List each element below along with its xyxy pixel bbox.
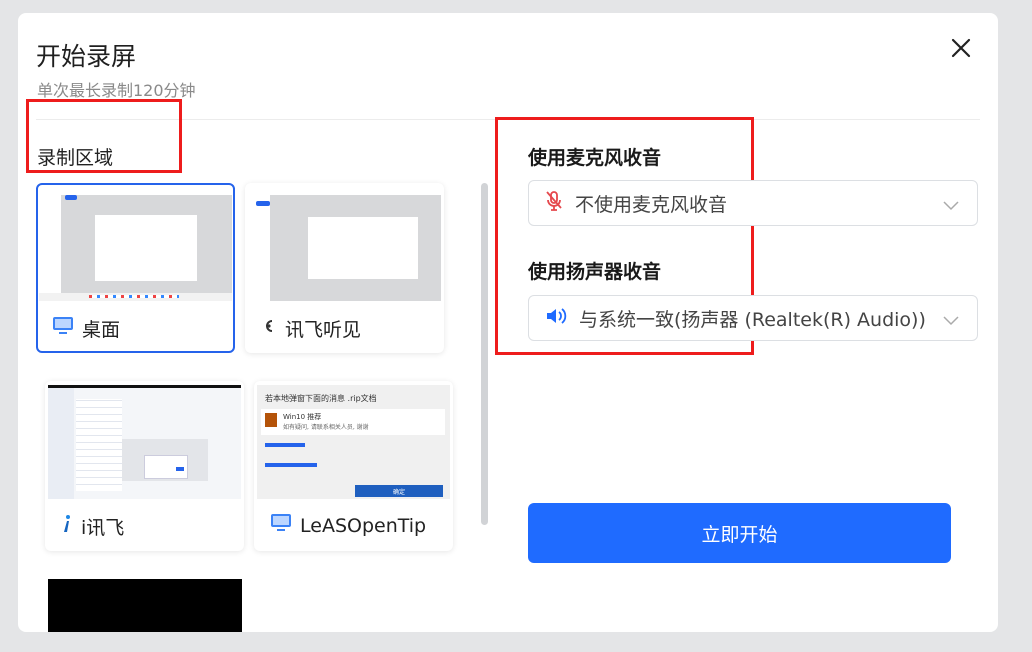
source-card-xunfei-tingjian[interactable]: 讯飞听见 [245,183,444,353]
thumbnail-text: 若本地弹窗下面的消息 .rip文档 [265,394,377,403]
monitor-icon [52,316,74,341]
leasopentip-thumbnail: 若本地弹窗下面的消息 .rip文档 Win10 推荐 如有疑问, 请联系相关人员… [257,385,450,499]
source-card-leasopentip[interactable]: 若本地弹窗下面的消息 .rip文档 Win10 推荐 如有疑问, 请联系相关人员… [254,381,453,551]
xunfei-tingjian-thumbnail [248,187,441,301]
microphone-label: 使用麦克风收音 [528,147,662,169]
speaker-icon [545,307,567,329]
monitor-icon [270,513,292,538]
close-icon[interactable] [948,35,974,61]
thumbnail-text: Win10 推荐 [283,413,322,421]
source-card-label: 讯飞听见 [261,315,361,342]
desktop-thumbnail [39,187,232,301]
sources-scrollbar[interactable] [481,183,488,525]
chevron-down-icon [943,196,959,215]
mic-off-icon [545,190,563,216]
microphone-select[interactable]: 不使用麦克风收音 [528,180,978,226]
speaker-label: 使用扬声器收音 [528,261,662,283]
start-recording-button[interactable]: 立即开始 [528,503,951,563]
record-screen-dialog: 开始录屏 单次最长录制120分钟 录制区域 桌面 讯飞听见 i讯飞 若本地弹窗下… [18,13,998,632]
ixunfei-thumbnail [48,385,241,499]
source-card-label: i讯飞 [61,513,124,540]
source-card-label: LeASOpenTip [270,513,426,538]
source-card-partial-thumbnail[interactable] [48,579,242,632]
speaker-select-value: 与系统一致(扬声器 (Realtek(R) Audio)) [579,308,926,331]
speaker-select[interactable]: 与系统一致(扬声器 (Realtek(R) Audio)) [528,295,978,341]
source-card-desktop[interactable]: 桌面 [36,183,235,353]
region-label-highlight [26,99,182,173]
ixunfei-icon [61,514,73,539]
thumbnail-text: 如有疑问, 请联系相关人员, 谢谢 [283,424,369,431]
xunfei-tingjian-icon [261,317,277,340]
microphone-select-value: 不使用麦克风收音 [575,193,728,216]
dialog-subtitle: 单次最长录制120分钟 [37,81,196,100]
chevron-down-icon [943,311,959,330]
dialog-title: 开始录屏 [36,42,137,71]
source-card-ixunfei[interactable]: i讯飞 [45,381,244,551]
source-card-label: 桌面 [52,315,120,342]
thumbnail-text: 确定 [392,488,405,496]
